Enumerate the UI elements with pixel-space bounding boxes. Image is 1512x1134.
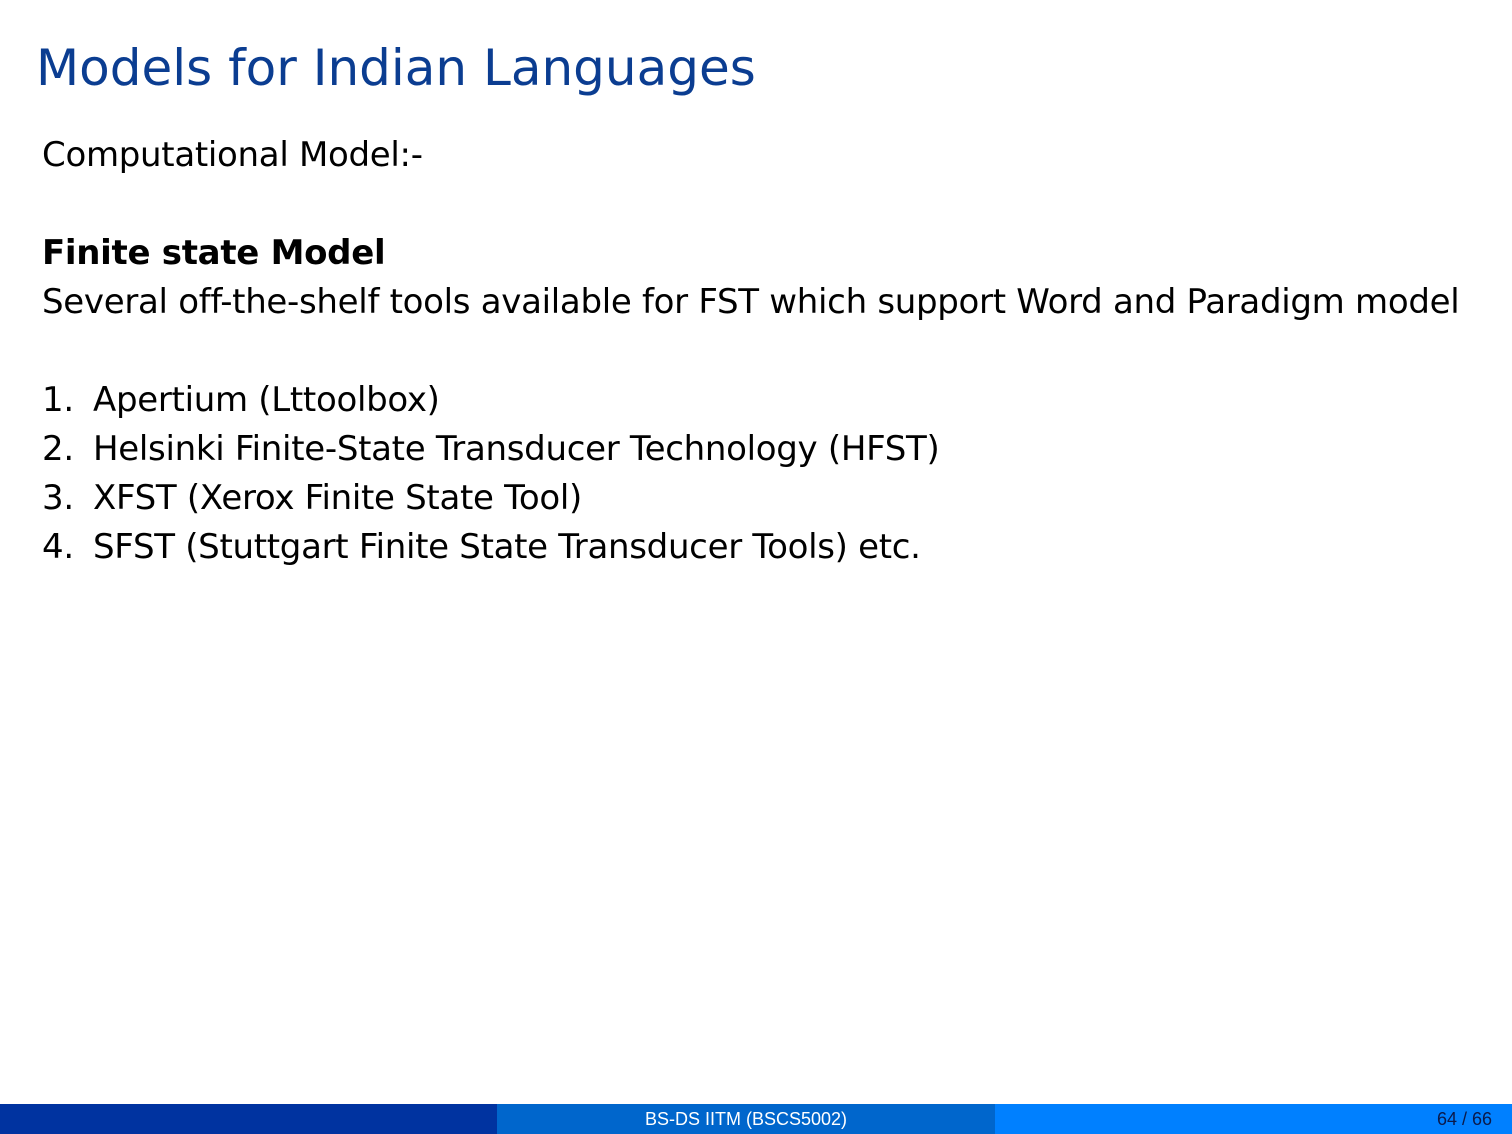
footer-center-segment: BS-DS IITM (BSCS5002) (497, 1104, 995, 1134)
section-heading: Finite state Model (42, 233, 386, 273)
list-item-text: SFST (Stuttgart Finite State Transducer … (93, 527, 921, 567)
list-item: 3. XFST (Xerox Finite State Tool) (42, 474, 1482, 523)
slide: Models for Indian Languages Computationa… (0, 0, 1512, 1134)
list-item: 4. SFST (Stuttgart Finite State Transduc… (42, 523, 1482, 572)
tool-list: 1. Apertium (Lttoolbox) 2. Helsinki Fini… (42, 376, 1482, 572)
slide-content: Computational Model:- Finite state Model… (42, 131, 1482, 572)
intro-text: Computational Model:- (42, 135, 423, 175)
footer-left-segment (0, 1104, 498, 1134)
list-item: 2. Helsinki Finite-State Transducer Tech… (42, 425, 1482, 474)
footer-course-label: BS-DS IITM (BSCS5002) (644, 1108, 848, 1129)
list-item-number: 3. (42, 478, 74, 518)
list-item-text: Helsinki Finite-State Transducer Technol… (93, 429, 940, 469)
page-number: 64 / 66 (1436, 1108, 1492, 1129)
list-item-text: XFST (Xerox Finite State Tool) (93, 478, 582, 518)
slide-title: Models for Indian Languages (36, 39, 756, 97)
section-description: Several off-the-shelf tools available fo… (42, 282, 1460, 322)
list-item-text: Apertium (Lttoolbox) (93, 380, 440, 420)
list-item: 1. Apertium (Lttoolbox) (42, 376, 1482, 425)
list-item-number: 4. (42, 527, 74, 567)
slide-footer: BS-DS IITM (BSCS5002) 64 / 66 (0, 1104, 1512, 1134)
list-item-number: 1. (42, 380, 74, 420)
footer-right-segment: 64 / 66 (994, 1104, 1512, 1134)
list-item-number: 2. (42, 429, 74, 469)
